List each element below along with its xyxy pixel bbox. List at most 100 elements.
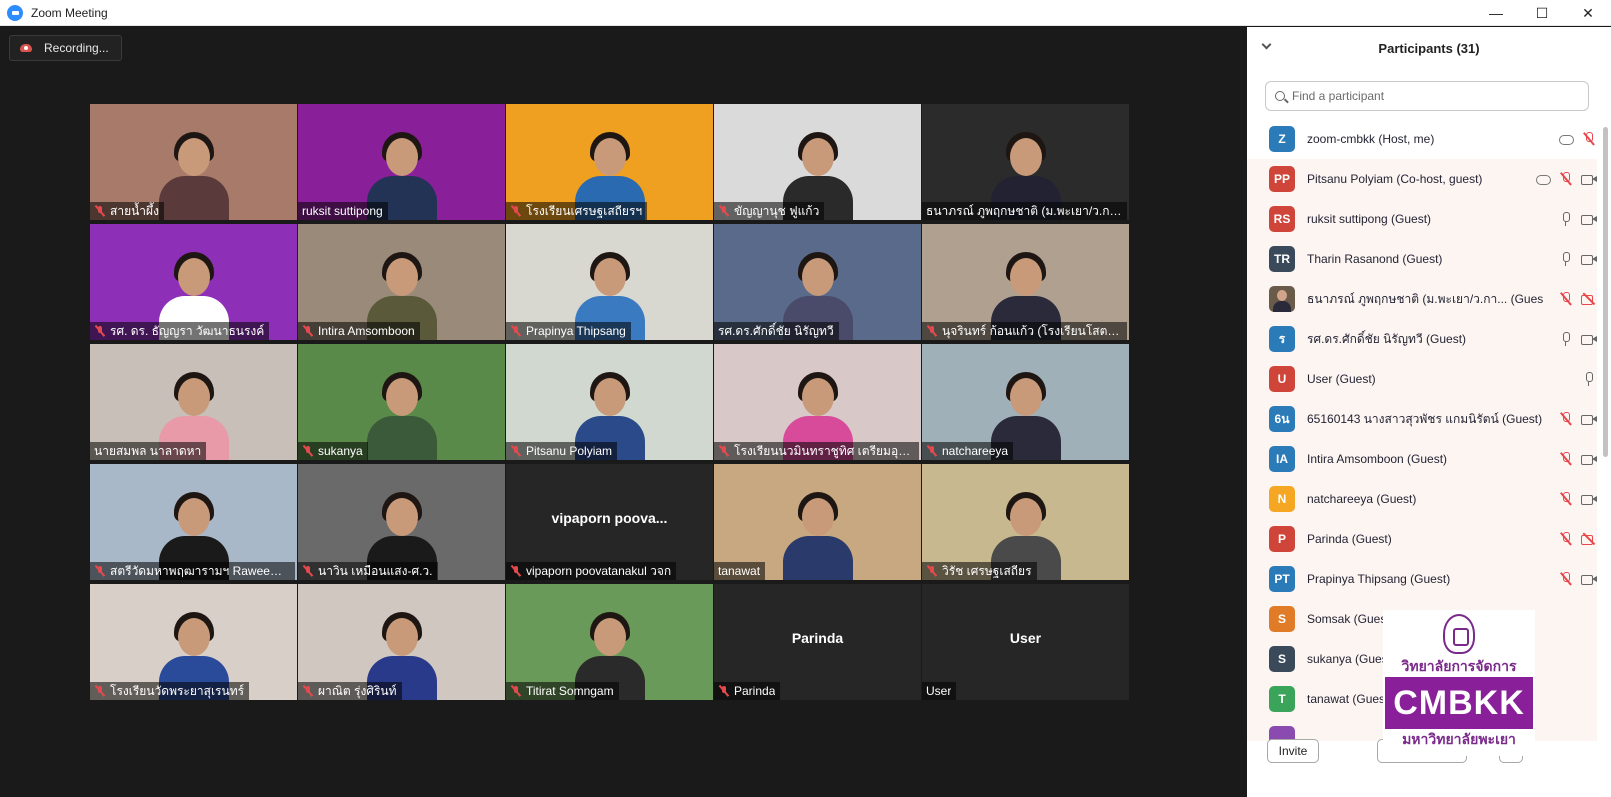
video-tile[interactable]: ขัญญานุช ฟูแก้ว (714, 104, 921, 220)
participant-status-icons (1581, 359, 1597, 399)
tile-name-label: ขัญญานุช ฟูแก้ว (714, 202, 825, 220)
participant-row[interactable]: PT Prapinya Thipsang (Guest) (1247, 559, 1597, 599)
tile-name: วิรัช เศรษฐเสถียร (942, 564, 1032, 578)
video-tile[interactable]: รศ. ดร. ธัญญรา วัฒนาธนรงค์ (90, 224, 297, 340)
window-title: Zoom Meeting (31, 5, 108, 20)
video-tile[interactable]: Prapinya Thipsang (506, 224, 713, 340)
video-tile[interactable]: รศ.ดร.ศักดิ์ชัย นิรัญทวี (714, 224, 921, 340)
close-button[interactable]: ✕ (1565, 0, 1611, 26)
microphone-icon[interactable] (1558, 252, 1574, 266)
tile-name: โรงเรียนเศรษฐเสถียรฯ (526, 204, 643, 218)
video-tile[interactable]: ผาณิต รุ่งศิรินท์ (298, 584, 505, 700)
microphone-muted-icon[interactable] (1558, 492, 1574, 506)
microphone-muted-icon[interactable] (1558, 292, 1574, 306)
video-tile[interactable]: sukanya (298, 344, 505, 460)
tile-name-label: โรงเรียนนวมินทราชูทิศ เตรียมอุดมศึ... (714, 442, 919, 460)
microphone-muted-icon[interactable] (1558, 412, 1574, 426)
video-tile[interactable]: Titirat Somngam (506, 584, 713, 700)
participant-row[interactable]: RS ruksit suttipong (Guest) (1247, 199, 1597, 239)
participant-row[interactable]: TR Tharin Rasanond (Guest) (1247, 239, 1597, 279)
tile-name-label: Intira Amsomboon (298, 322, 420, 340)
video-camera-icon[interactable] (1581, 452, 1597, 466)
participants-title: Participants (31) (1378, 40, 1480, 56)
video-tile[interactable]: Parinda Parinda (714, 584, 921, 700)
participant-row[interactable]: P Parinda (Guest) (1247, 519, 1597, 559)
microphone-muted-icon[interactable] (1558, 572, 1574, 586)
maximize-button[interactable]: ☐ (1519, 0, 1565, 26)
video-tile[interactable]: Intira Amsomboon (298, 224, 505, 340)
chevron-down-icon[interactable] (1261, 39, 1272, 50)
participant-row[interactable]: U User (Guest) (1247, 359, 1597, 399)
participant-status-icons (1558, 239, 1597, 279)
tile-name: Parinda (734, 684, 776, 698)
participant-row[interactable]: ธนาภรณ์ ภูพฤกษชาติ (ม.พะเยา/ว.กา... (Gue… (1247, 279, 1597, 319)
minimize-button[interactable]: — (1473, 0, 1519, 26)
microphone-icon[interactable] (1558, 212, 1574, 226)
cloud-recording-icon[interactable] (1535, 172, 1551, 186)
participant-name: natchareeya (Guest) (1307, 492, 1417, 506)
video-camera-icon[interactable] (1581, 172, 1597, 186)
video-tile[interactable]: สตรีวัดมหาพฤฒารามฯ Raweewa... (90, 464, 297, 580)
participant-status-icons (1558, 199, 1597, 239)
video-tile[interactable]: โรงเรียนวัดพระยาสุเรนทร์ (90, 584, 297, 700)
participant-row[interactable]: ร รศ.ดร.ศักดิ์ชัย นิรัญทวี (Guest) (1247, 319, 1597, 359)
participant-row[interactable]: Zzoom-cmbkk (Host, me) (1247, 119, 1597, 159)
video-camera-icon[interactable] (1581, 412, 1597, 426)
invite-button[interactable]: Invite (1267, 739, 1319, 763)
avatar: U (1269, 366, 1295, 392)
video-tile[interactable]: นุจรินทร์ ก้อนแก้ว (โรงเรียนโสตศึก... (922, 224, 1129, 340)
participant-row[interactable]: PP Pitsanu Polyiam (Co-host, guest) (1247, 159, 1597, 199)
video-tile[interactable]: นายสมพล นาลาดหา (90, 344, 297, 460)
tile-name: รศ. ดร. ธัญญรา วัฒนาธนรงค์ (110, 324, 265, 338)
search-input[interactable] (1292, 89, 1572, 103)
participant-status-icons (1558, 479, 1597, 519)
cloud-recording-icon[interactable] (1558, 132, 1574, 146)
participant-row[interactable]: 6น 65160143 นางสาวสุวพัชร แกมนิรัตน์ (Gue… (1247, 399, 1597, 439)
video-tile[interactable]: User User (922, 584, 1129, 700)
avatar: RS (1269, 206, 1295, 232)
microphone-icon[interactable] (1581, 372, 1597, 386)
microphone-icon[interactable] (1558, 332, 1574, 346)
university-seal-icon (1443, 614, 1475, 654)
video-camera-icon[interactable] (1581, 212, 1597, 226)
microphone-muted-icon[interactable] (1558, 452, 1574, 466)
video-tile[interactable]: วิรัช เศรษฐเสถียร (922, 464, 1129, 580)
microphone-muted-icon[interactable] (1581, 132, 1597, 146)
video-camera-icon[interactable] (1581, 492, 1597, 506)
video-tile[interactable]: natchareeya (922, 344, 1129, 460)
video-camera-off-icon[interactable] (1581, 532, 1597, 546)
video-tile[interactable]: tanawat (714, 464, 921, 580)
video-tile[interactable]: สายน้ำผึ้ง (90, 104, 297, 220)
tile-name: User (926, 684, 952, 698)
scrollbar[interactable] (1603, 127, 1608, 457)
mic-muted-icon (94, 685, 106, 697)
mic-muted-icon (926, 565, 938, 577)
video-tile[interactable]: vipaporn poova... vipaporn poovatanakul ว… (506, 464, 713, 580)
video-tile[interactable]: โรงเรียนนวมินทราชูทิศ เตรียมอุดมศึ... (714, 344, 921, 460)
avatar: S (1269, 606, 1295, 632)
video-tile[interactable]: โรงเรียนเศรษฐเสถียรฯ (506, 104, 713, 220)
tile-name: โรงเรียนวัดพระยาสุเรนทร์ (110, 684, 245, 698)
video-tile[interactable]: ruksit suttipong (298, 104, 505, 220)
microphone-muted-icon[interactable] (1558, 532, 1574, 546)
video-tile[interactable]: Pitsanu Polyiam (506, 344, 713, 460)
title-bar: Zoom Meeting — ☐ ✕ (0, 0, 1611, 26)
participant-row[interactable]: Nnatchareeya (Guest) (1247, 479, 1597, 519)
microphone-muted-icon[interactable] (1558, 172, 1574, 186)
tile-name-label: รศ. ดร. ธัญญรา วัฒนาธนรงค์ (90, 322, 270, 340)
zoom-window: Zoom Meeting — ☐ ✕ Recording... สายน้ำผึ… (0, 0, 1611, 797)
video-tile[interactable]: นาวิน เหมือนแสง-ศ.ว. (298, 464, 505, 580)
video-camera-off-icon[interactable] (1581, 292, 1597, 306)
mic-muted-icon (510, 445, 522, 457)
tile-name: รศ.ดร.ศักดิ์ชัย นิรัญทวี (718, 324, 834, 338)
video-camera-icon[interactable] (1581, 332, 1597, 346)
participant-search[interactable] (1265, 81, 1589, 111)
tile-name-label: ruksit suttipong (298, 202, 388, 220)
recording-indicator[interactable]: Recording... (9, 35, 122, 61)
video-tile[interactable]: ธนาภรณ์ ภูพฤกษชาติ (ม.พะเยา/ว.การ... (922, 104, 1129, 220)
tile-name: ผาณิต รุ่งศิรินท์ (318, 684, 397, 698)
video-camera-icon[interactable] (1581, 572, 1597, 586)
participant-name: User (Guest) (1307, 372, 1376, 386)
participant-row[interactable]: IA Intira Amsomboon (Guest) (1247, 439, 1597, 479)
video-camera-icon[interactable] (1581, 252, 1597, 266)
